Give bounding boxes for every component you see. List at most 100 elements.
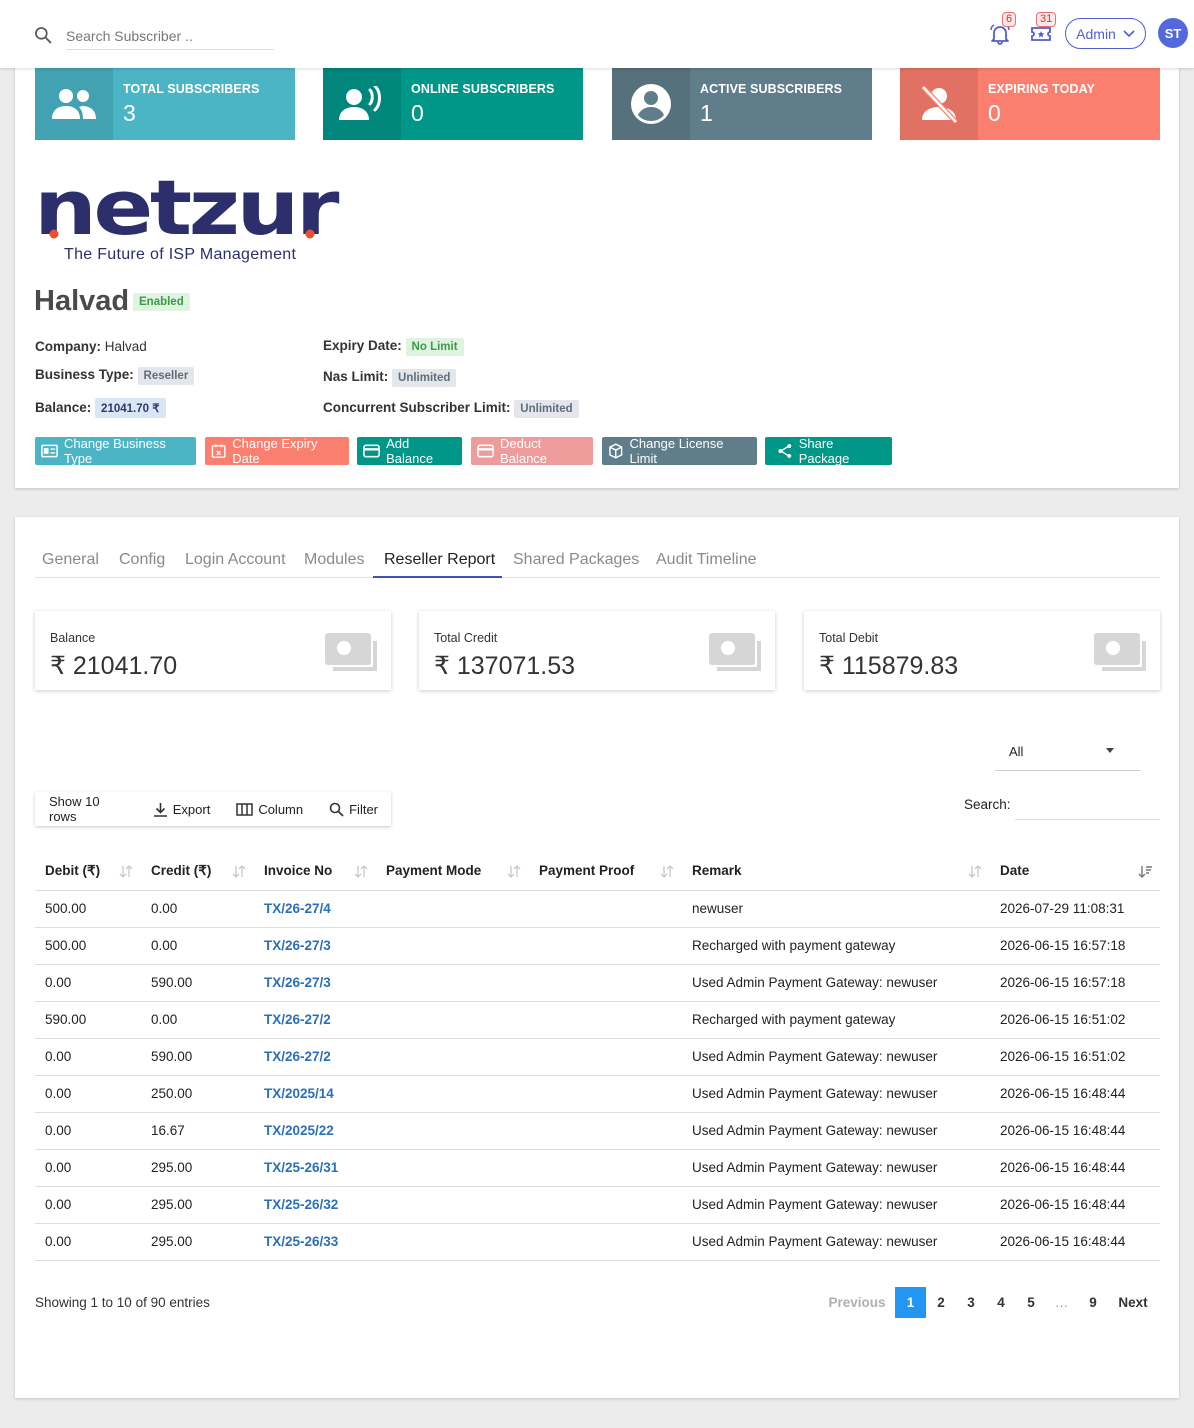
- table-row: 0.00 295.00 TX/25-26/32 Used Admin Payment …: [35, 1186, 1160, 1224]
- filter-button[interactable]: Filter: [316, 792, 391, 826]
- cash-icon: [1094, 633, 1146, 671]
- invoice-link[interactable]: TX/26-27/3: [264, 975, 331, 990]
- column-button[interactable]: Column: [223, 792, 316, 826]
- tab-modules[interactable]: Modules: [304, 551, 364, 569]
- pagination-info: Showing 1 to 10 of 90 entries: [35, 1295, 210, 1310]
- stat-online-subscribers[interactable]: ONLINE SUBSCRIBERS 0: [323, 68, 583, 140]
- package-icon: [609, 443, 623, 459]
- invoice-link[interactable]: TX/26-27/2: [264, 1012, 331, 1027]
- table-row: 0.00 590.00 TX/26-27/2 Used Admin Payment G…: [35, 1038, 1160, 1076]
- avatar[interactable]: ST: [1158, 18, 1188, 48]
- search-subscriber-input[interactable]: [66, 22, 274, 50]
- column-header-debit[interactable]: Debit (₹): [35, 852, 141, 891]
- tab-audit-timeline[interactable]: Audit Timeline: [656, 551, 757, 569]
- tab-general[interactable]: General: [42, 551, 99, 569]
- sort-icon: [968, 865, 982, 878]
- stat-expiring-today[interactable]: EXPIRING TODAY 0: [900, 68, 1160, 140]
- invoice-link[interactable]: TX/2025/14: [264, 1086, 334, 1101]
- pagination-page-1[interactable]: 1: [895, 1287, 926, 1318]
- pagination-page-5[interactable]: 5: [1016, 1287, 1046, 1318]
- invoice-link[interactable]: TX/26-27/2: [264, 1049, 331, 1064]
- type-filter-select[interactable]: All: [995, 731, 1140, 771]
- tab-login-account[interactable]: Login Account: [185, 551, 286, 569]
- balance-info: Balance: 21041.70 ₹: [35, 398, 166, 418]
- admin-label: Admin: [1076, 25, 1116, 42]
- sort-desc-icon: [1138, 866, 1152, 878]
- company-info: Company: Halvad: [35, 339, 147, 354]
- stat-label: EXPIRING TODAY: [988, 82, 1095, 96]
- column-header-payment-mode[interactable]: Payment Mode: [376, 852, 529, 891]
- tab-shared-packages[interactable]: Shared Packages: [513, 551, 639, 569]
- column-header-credit[interactable]: Credit (₹): [141, 852, 254, 891]
- stat-active-subscribers[interactable]: ACTIVE SUBSCRIBERS 1: [612, 68, 872, 140]
- top-navbar: 6 31 Admin ST: [0, 0, 1194, 68]
- business-type-info: Business Type: Reseller: [35, 367, 195, 385]
- download-icon: [153, 802, 167, 817]
- tagline: The Future of ISP Management: [64, 246, 297, 263]
- cash-icon: [325, 633, 377, 671]
- nas-limit-info: Nas Limit: Unlimited: [323, 369, 457, 387]
- change-business-type-button[interactable]: Change Business Type: [35, 436, 196, 466]
- sort-icon: [507, 865, 521, 878]
- expiry-info: Expiry Date: No Limit: [323, 338, 464, 356]
- account-circle-icon: [631, 84, 671, 124]
- column-header-invoice-no[interactable]: Invoice No: [254, 852, 376, 891]
- stat-value: 1: [700, 100, 713, 126]
- sort-icon: [119, 865, 133, 878]
- show-rows-button[interactable]: Show 10 rows: [35, 792, 140, 826]
- pagination-page-9[interactable]: 9: [1078, 1287, 1108, 1318]
- stat-value: 0: [988, 100, 1001, 126]
- balance-summary-card: Balance ₹ 21041.70: [35, 611, 391, 690]
- table-search-label: Search:: [964, 797, 1011, 812]
- stat-value: 3: [123, 100, 136, 126]
- table-header-row: Debit (₹) Credit (₹) Invoice No Payment …: [35, 852, 1160, 891]
- pagination-page-2[interactable]: 2: [926, 1287, 956, 1318]
- total-debit-summary-card: Total Debit ₹ 115879.83: [804, 611, 1160, 690]
- export-button[interactable]: Export: [140, 792, 224, 826]
- table-search-input[interactable]: [1015, 791, 1160, 820]
- columns-icon: [236, 802, 254, 816]
- column-header-remark[interactable]: Remark: [682, 852, 990, 891]
- change-expiry-date-button[interactable]: Change Expiry Date: [205, 436, 349, 466]
- table-row: 590.00 0.00 TX/26-27/2 Recharged with payme…: [35, 1001, 1160, 1039]
- table-row: 0.00 590.00 TX/26-27/3 Used Admin Payment G…: [35, 964, 1160, 1002]
- change-license-limit-button[interactable]: Change License Limit: [602, 436, 757, 466]
- pagination-page-3[interactable]: 3: [956, 1287, 986, 1318]
- user-off-icon: [921, 85, 958, 124]
- pagination-previous[interactable]: Previous: [822, 1287, 892, 1318]
- tab-reseller-report[interactable]: Reseller Report: [384, 551, 495, 569]
- netzur-logo: netzur: [34, 176, 340, 240]
- stat-label: ACTIVE SUBSCRIBERS: [700, 82, 843, 96]
- transactions-table: Debit (₹) Credit (₹) Invoice No Payment …: [35, 852, 1160, 1261]
- invoice-link[interactable]: TX/25-26/31: [264, 1160, 338, 1175]
- stat-total-subscribers[interactable]: TOTAL SUBSCRIBERS 3: [35, 68, 295, 140]
- invoice-link[interactable]: TX/25-26/32: [264, 1197, 338, 1212]
- calendar-x-icon: [211, 444, 226, 458]
- stat-value: 0: [411, 100, 424, 126]
- add-balance-button[interactable]: Add Balance: [357, 436, 462, 466]
- share-package-button[interactable]: Share Package: [765, 436, 892, 466]
- ticket-count-badge: 31: [1036, 12, 1057, 27]
- credit-card-icon: [363, 444, 380, 458]
- table-row: 500.00 0.00 TX/26-27/3 Recharged with payme…: [35, 927, 1160, 965]
- status-badge: Enabled: [133, 293, 190, 311]
- users-icon: [52, 89, 96, 119]
- invoice-link[interactable]: TX/26-27/4: [264, 901, 331, 916]
- column-header-date[interactable]: Date: [990, 852, 1160, 891]
- caret-down-icon: [1106, 748, 1114, 753]
- sort-icon: [232, 865, 246, 878]
- tabs-divider: [35, 577, 1160, 578]
- pagination-next[interactable]: Next: [1110, 1287, 1156, 1318]
- pagination-page-4[interactable]: 4: [986, 1287, 1016, 1318]
- search-icon[interactable]: [33, 25, 53, 45]
- admin-dropdown[interactable]: Admin: [1065, 18, 1146, 49]
- invoice-link[interactable]: TX/25-26/33: [264, 1234, 338, 1249]
- invoice-link[interactable]: TX/2025/22: [264, 1123, 334, 1138]
- share-icon: [778, 444, 792, 458]
- column-header-payment-proof[interactable]: Payment Proof: [529, 852, 682, 891]
- pagination-ellipsis: …: [1054, 1295, 1069, 1310]
- tab-config[interactable]: Config: [119, 551, 165, 569]
- invoice-link[interactable]: TX/26-27/3: [264, 938, 331, 953]
- stat-label: TOTAL SUBSCRIBERS: [123, 82, 260, 96]
- deduct-balance-button[interactable]: Deduct Balance: [471, 436, 593, 466]
